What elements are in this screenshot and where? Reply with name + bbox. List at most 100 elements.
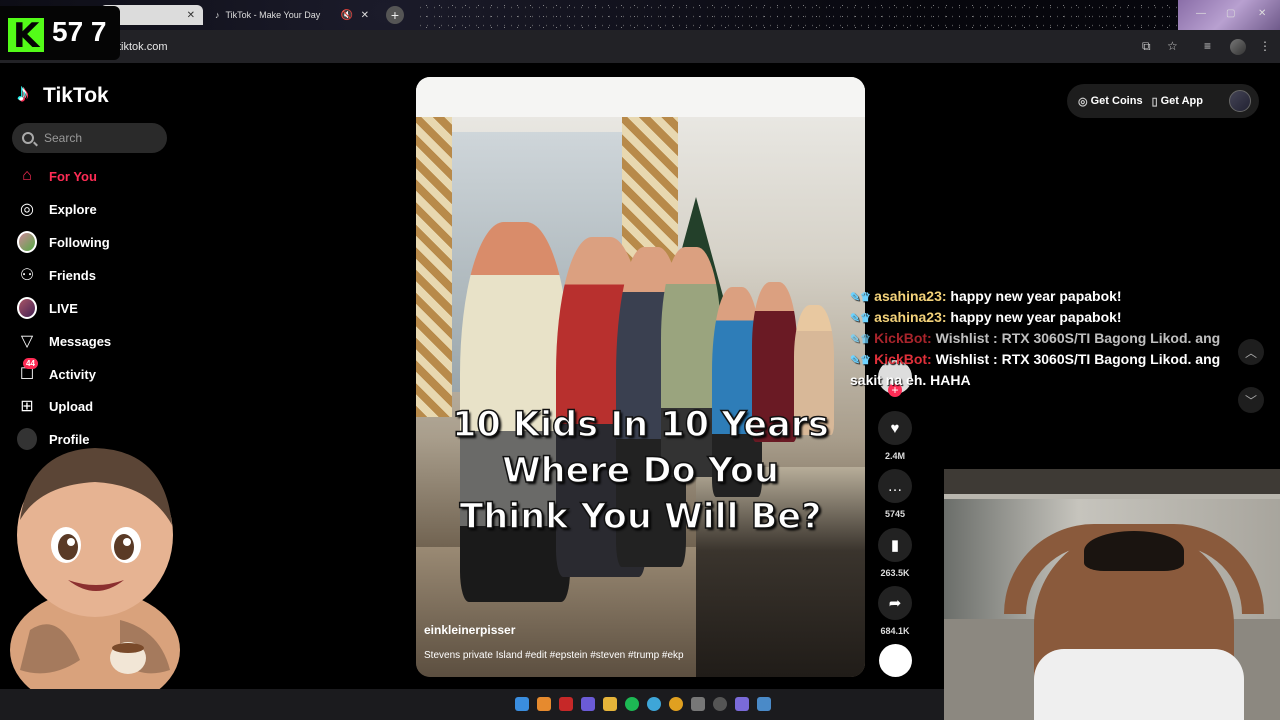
search-icon: [22, 132, 34, 144]
maximize-icon[interactable]: ▢: [1226, 8, 1235, 19]
webcam-person-shirt: [1034, 649, 1244, 720]
chat-message: ✎♛ asahina23: happy new year papabok!: [850, 286, 1250, 307]
sidebar-item-label: Explore: [49, 201, 97, 217]
viewer-count: 57 7: [52, 16, 107, 47]
video-scene: [416, 77, 865, 117]
chat-message: ✎♛ KickBot: Wishlist : RTX 3060S/TI Bago…: [850, 328, 1250, 349]
close-icon[interactable]: ✕: [187, 10, 195, 21]
sidebar-item-messages[interactable]: ▽ Messages: [17, 329, 167, 353]
sound-disc-icon[interactable]: [879, 644, 912, 677]
browser-tab-bar: ✕ ♪ TikTok - Make Your Day 🔇 ✕ + — ▢ ✕: [0, 0, 1280, 30]
chat-text: sakit na eh. HAHA: [850, 372, 971, 388]
menu-icon[interactable]: ⋮: [1259, 39, 1271, 53]
spotify-icon[interactable]: [625, 697, 639, 711]
new-tab-button[interactable]: +: [386, 6, 404, 24]
media-icon[interactable]: ≡: [1204, 39, 1211, 53]
chat-badges-icon: ✎♛: [850, 353, 875, 367]
webcam-person-hair: [1084, 531, 1184, 571]
mute-icon[interactable]: 🔇: [341, 10, 353, 21]
sidebar-item-activity[interactable]: ☐ 44 Activity: [17, 358, 167, 386]
stream-viewer-overlay: 57 7: [0, 6, 120, 60]
tiktok-note-icon: [17, 80, 39, 108]
plus-square-icon: ⊞: [20, 398, 34, 415]
chrome-icon[interactable]: [669, 697, 683, 711]
sidebar-item-upload[interactable]: ⊞ Upload: [17, 394, 167, 418]
bookmark-button[interactable]: ▮ 263.5K: [878, 528, 912, 578]
header-actions: ◎ Get Coins ▯ Get App: [1067, 84, 1259, 118]
chat-message: sakit na eh. HAHA: [850, 370, 1250, 390]
streamer-avatar-overlay: [10, 448, 180, 690]
stream-chat-overlay: ✎♛ asahina23: happy new year papabok! ✎♛…: [850, 286, 1250, 390]
start-icon[interactable]: [515, 697, 529, 711]
share-button[interactable]: ➦ 684.1K: [878, 586, 912, 636]
logo-text: TikTok: [43, 84, 109, 107]
sidebar-item-label: Friends: [49, 267, 96, 283]
folder-icon[interactable]: [603, 697, 617, 711]
webcam-feed: [944, 469, 1280, 720]
caption-line: Where Do You: [501, 450, 779, 492]
compass-icon: ◎: [20, 201, 34, 218]
chat-badges-icon: ✎♛: [850, 311, 875, 325]
sidebar-item-label: LIVE: [49, 300, 78, 316]
close-icon[interactable]: ✕: [361, 10, 369, 21]
chevron-up-icon[interactable]: ︿: [1238, 339, 1264, 365]
sidebar-item-following[interactable]: Following: [17, 230, 167, 254]
get-coins-button[interactable]: Get Coins: [1091, 95, 1143, 107]
chat-username: asahina23:: [874, 309, 947, 325]
inbox-icon: ☐ 44: [17, 358, 38, 384]
cast-icon[interactable]: ⧉: [1142, 39, 1151, 54]
sidebar-item-label: Upload: [49, 398, 94, 414]
friends-icon: ⚇: [19, 267, 35, 284]
chevron-down-icon[interactable]: ﹀: [1238, 387, 1264, 413]
video-author[interactable]: einkleinerpisser: [424, 623, 515, 637]
sidebar-item-label: Activity: [49, 366, 96, 382]
chat-username: asahina23:: [874, 288, 947, 304]
chat-text: Wishlist : RTX 3060S/TI Bagong Likod. an…: [935, 351, 1221, 367]
app-icon[interactable]: [691, 697, 705, 711]
search-input[interactable]: Search: [12, 123, 167, 153]
sidebar-item-explore[interactable]: ◎ Explore: [17, 197, 167, 221]
obs-icon[interactable]: [713, 697, 727, 711]
star-icon[interactable]: ☆: [1167, 39, 1178, 53]
browser-tab-tiktok[interactable]: ♪ TikTok - Make Your Day 🔇 ✕: [207, 5, 377, 25]
like-button[interactable]: ♥ 2.4M: [878, 411, 912, 461]
like-count: 2.4M: [884, 451, 905, 461]
tiktok-logo[interactable]: TikTok: [17, 80, 109, 108]
app-icon[interactable]: [757, 697, 771, 711]
discord-icon[interactable]: [735, 697, 749, 711]
minimize-icon[interactable]: —: [1196, 8, 1206, 19]
get-app-button[interactable]: Get App: [1161, 95, 1203, 107]
app-icon[interactable]: [559, 697, 573, 711]
sidebar-item-for-you[interactable]: ⌂ For You: [17, 164, 167, 188]
kick-logo-icon: [8, 16, 44, 56]
video-player[interactable]: 10 Kids In 10 Years Where Do You Think Y…: [416, 77, 865, 677]
sidebar-item-live[interactable]: LIVE: [17, 296, 167, 320]
share-icon: ➦: [878, 586, 912, 620]
taskbar: [0, 689, 944, 720]
user-avatar[interactable]: [1229, 90, 1251, 112]
sidebar-item-label: Messages: [49, 333, 112, 349]
chat-username: KickBot:: [874, 351, 932, 367]
browser-profile-avatar[interactable]: [1230, 39, 1246, 55]
coin-icon: ◎: [1078, 95, 1088, 108]
chat-message: ✎♛ KickBot: Wishlist : RTX 3060S/TI Bago…: [850, 349, 1250, 370]
close-window-icon[interactable]: ✕: [1258, 8, 1266, 19]
chat-text: happy new year papabok!: [950, 288, 1122, 304]
url-field[interactable]: tiktok.com: [118, 41, 168, 53]
chat-badges-icon: ✎♛: [850, 290, 875, 304]
comment-icon: …: [878, 469, 912, 503]
sidebar-item-friends[interactable]: ⚇ Friends: [17, 263, 167, 287]
chat-badges-icon: ✎♛: [850, 332, 875, 346]
video-caption: 10 Kids In 10 Years Where Do You Think Y…: [416, 402, 865, 540]
phone-icon: ▯: [1151, 95, 1158, 108]
app-icon[interactable]: [537, 697, 551, 711]
share-count: 684.1K: [880, 626, 910, 636]
comment-count: 5745: [884, 509, 906, 519]
edge-icon[interactable]: [647, 697, 661, 711]
video-description: Stevens private Island #edit #epstein #s…: [424, 650, 684, 661]
caption-line: Think You Will Be?: [459, 496, 822, 538]
bookmark-icon: ▮: [878, 528, 912, 562]
comment-button[interactable]: … 5745: [878, 469, 912, 519]
discord-icon[interactable]: [581, 697, 595, 711]
live-avatar: [17, 297, 37, 319]
